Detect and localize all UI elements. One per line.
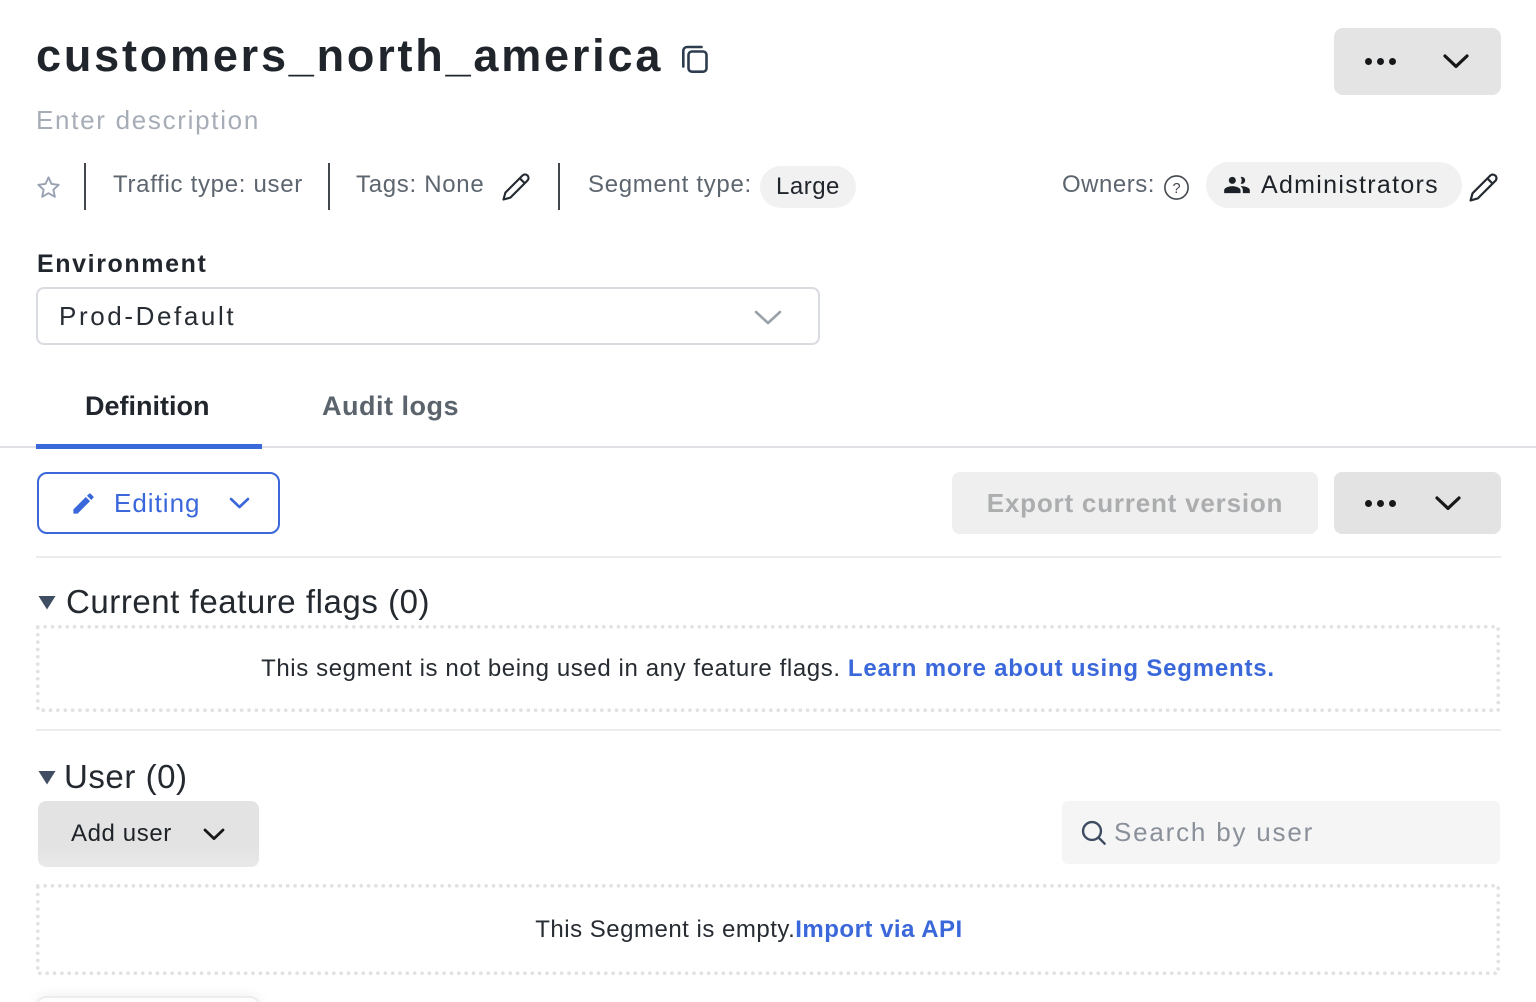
svg-text:?: ?	[1172, 181, 1180, 197]
